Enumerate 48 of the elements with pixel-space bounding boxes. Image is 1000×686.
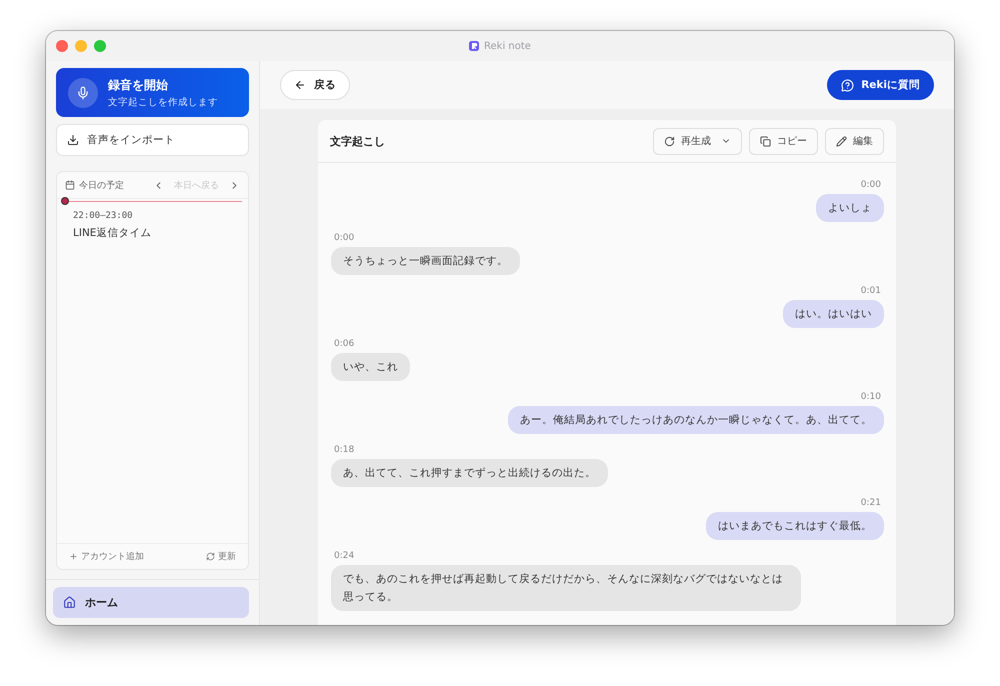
- refresh-icon: [664, 136, 675, 146]
- microphone-icon: [68, 78, 98, 108]
- record-button[interactable]: 録音を開始 文字起こしを作成します: [56, 68, 249, 117]
- message-bubble: あー。俺結局あれでしたっけあのなんか一瞬じゃなくて。あ、出てて。: [508, 406, 884, 434]
- schedule-title: 今日の予定: [79, 180, 124, 192]
- message-time: 0:00: [860, 180, 881, 191]
- message-time: 0:00: [334, 233, 354, 244]
- record-subtitle: 文字起こしを作成します: [108, 96, 218, 108]
- regenerate-button[interactable]: 再生成: [653, 128, 742, 154]
- calendar-icon: [65, 180, 75, 190]
- home-icon: [63, 596, 76, 609]
- event-time: 22:00–23:00: [73, 211, 134, 221]
- plus-icon: [69, 552, 78, 561]
- message-bubble: そうちょっと一瞬画面記録です。: [331, 247, 520, 275]
- window-title: Reki note: [484, 40, 531, 52]
- message-time: 0:06: [334, 339, 354, 350]
- edit-button[interactable]: 編集: [825, 128, 884, 154]
- event-title: LINE返信タイム: [73, 226, 152, 240]
- add-account-button[interactable]: アカウント追加: [69, 550, 144, 563]
- nav-item[interactable]: ホーム: [53, 587, 249, 618]
- card-title: 文字起こし: [330, 134, 385, 148]
- message-time: 0:24: [334, 551, 354, 562]
- message-bubble: でも、あのこれを押せば再起動して戻るだけだから、そんなに深刻なバグではないなとは思ってる。: [331, 565, 801, 611]
- download-icon: [67, 134, 79, 146]
- message-time: 0:21: [860, 498, 881, 509]
- message-time: 0:01: [860, 286, 881, 297]
- copy-icon: [760, 136, 771, 146]
- message-bubble: はいまあでもこれはすぐ最低。: [706, 512, 884, 540]
- back-button[interactable]: 戻る: [280, 70, 350, 100]
- message-bubble: はい。はいはい: [783, 300, 884, 328]
- message-bubble: あ、出てて、これ押すまでずっと出続けるの出た。: [331, 459, 608, 487]
- message-time: 0:10: [860, 392, 881, 403]
- refresh-button[interactable]: 更新: [206, 550, 236, 563]
- copy-button[interactable]: コピー: [749, 128, 818, 154]
- question-bubble-icon: [841, 78, 854, 92]
- app-logo-icon: [469, 41, 480, 51]
- record-title: 録音を開始: [108, 76, 169, 94]
- message-bubble: いや、これ: [331, 353, 410, 381]
- message-bubble: よいしょ: [816, 194, 884, 222]
- minimize-button[interactable]: [75, 40, 87, 52]
- pencil-icon: [836, 136, 847, 146]
- maximize-button[interactable]: [94, 40, 106, 52]
- close-button[interactable]: [56, 40, 68, 52]
- refresh-icon: [206, 552, 215, 561]
- import-audio-button[interactable]: 音声をインポート: [56, 124, 249, 156]
- message-time: 0:18: [334, 445, 354, 456]
- ask-button[interactable]: Rekiに質問: [827, 70, 934, 100]
- arrow-left-icon: [294, 79, 306, 91]
